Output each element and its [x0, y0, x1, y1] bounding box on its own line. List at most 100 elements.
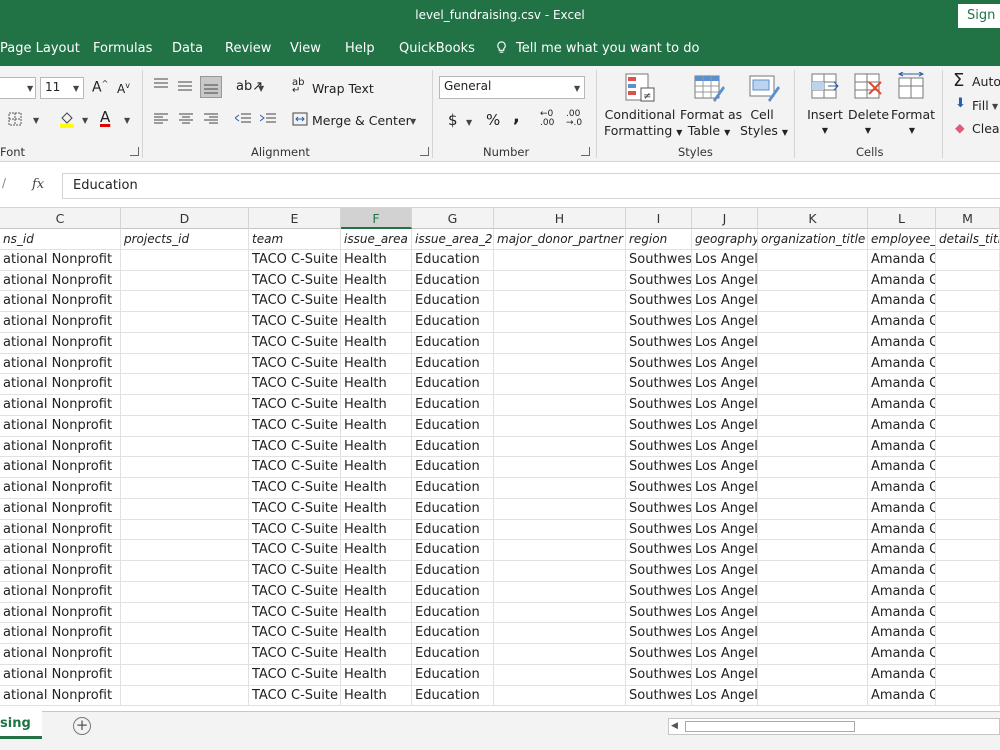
- column-header-m[interactable]: M: [936, 208, 1000, 229]
- cell-f[interactable]: Health: [341, 332, 412, 353]
- cell-k[interactable]: [758, 685, 868, 706]
- cell-e[interactable]: TACO C-Suite: [249, 644, 341, 664]
- cell-f[interactable]: Health: [341, 519, 412, 540]
- cell-i[interactable]: Southwes: [626, 561, 692, 581]
- cell-k[interactable]: [758, 478, 868, 498]
- cell-f[interactable]: Health: [341, 415, 412, 436]
- cell-k[interactable]: [758, 436, 868, 457]
- cell-l[interactable]: Amanda Grennan: [868, 415, 936, 436]
- cell-m[interactable]: [936, 395, 1000, 415]
- cell-h[interactable]: [494, 249, 626, 270]
- cell-g[interactable]: Education: [412, 685, 494, 706]
- tab-review[interactable]: Review: [225, 41, 271, 56]
- decrease-decimal-icon[interactable]: .00 →.0: [566, 110, 582, 128]
- align-right-icon[interactable]: [204, 113, 218, 125]
- decrease-font-icon[interactable]: Av: [117, 81, 130, 96]
- tab-formulas[interactable]: Formulas: [93, 41, 152, 56]
- cell-i[interactable]: Southwes: [626, 478, 692, 498]
- cell-m[interactable]: [936, 685, 1000, 706]
- cell-c[interactable]: ational Nonprofit: [0, 644, 121, 664]
- header-cell-g[interactable]: issue_area_2: [412, 229, 494, 249]
- cell-m[interactable]: [936, 602, 1000, 623]
- cell-l[interactable]: Amanda Grennan: [868, 332, 936, 353]
- cell-i[interactable]: Southwes: [626, 540, 692, 560]
- cell-g[interactable]: Education: [412, 291, 494, 311]
- cell-h[interactable]: [494, 540, 626, 560]
- cell-f[interactable]: Health: [341, 457, 412, 477]
- cell-e[interactable]: TACO C-Suite: [249, 436, 341, 457]
- alignment-dialog-launcher-icon[interactable]: [420, 147, 429, 156]
- cell-k[interactable]: [758, 519, 868, 540]
- cell-k[interactable]: [758, 270, 868, 291]
- horizontal-scrollbar[interactable]: ◀: [668, 718, 1000, 735]
- cell-e[interactable]: TACO C-Suite: [249, 270, 341, 291]
- cell-m[interactable]: [936, 312, 1000, 332]
- cell-i[interactable]: Southwes: [626, 581, 692, 602]
- cell-g[interactable]: Education: [412, 498, 494, 519]
- cell-g[interactable]: Education: [412, 395, 494, 415]
- cell-j[interactable]: Los Angeles, CA: [692, 498, 758, 519]
- column-header-e[interactable]: E: [249, 208, 341, 229]
- column-header-d[interactable]: D: [121, 208, 249, 229]
- cell-m[interactable]: [936, 623, 1000, 643]
- column-header-k[interactable]: K: [758, 208, 868, 229]
- cell-j[interactable]: Los Angeles, CA: [692, 540, 758, 560]
- column-header-j[interactable]: J: [692, 208, 758, 229]
- clear-button[interactable]: Clea: [972, 121, 1000, 136]
- cell-c[interactable]: ational Nonprofit: [0, 374, 121, 394]
- cell-e[interactable]: TACO C-Suite: [249, 332, 341, 353]
- cell-e[interactable]: TACO C-Suite: [249, 395, 341, 415]
- cell-d[interactable]: [121, 540, 249, 560]
- cell-e[interactable]: TACO C-Suite: [249, 623, 341, 643]
- cell-j[interactable]: Los Angeles, CA: [692, 644, 758, 664]
- cell-i[interactable]: Southwes: [626, 436, 692, 457]
- cell-i[interactable]: Southwes: [626, 498, 692, 519]
- cell-i[interactable]: Southwes: [626, 353, 692, 374]
- cell-d[interactable]: [121, 519, 249, 540]
- cell-c[interactable]: ational Nonprofit: [0, 519, 121, 540]
- cell-c[interactable]: ational Nonprofit: [0, 685, 121, 706]
- cell-k[interactable]: [758, 644, 868, 664]
- cell-f[interactable]: Health: [341, 353, 412, 374]
- cell-j[interactable]: Los Angeles, CA: [692, 353, 758, 374]
- cell-l[interactable]: Amanda Grennan: [868, 602, 936, 623]
- autosum-button[interactable]: Auto: [972, 74, 1000, 89]
- cell-g[interactable]: Education: [412, 457, 494, 477]
- cell-h[interactable]: [494, 395, 626, 415]
- cell-g[interactable]: Education: [412, 312, 494, 332]
- cell-j[interactable]: Los Angeles, CA: [692, 332, 758, 353]
- cell-h[interactable]: [494, 353, 626, 374]
- cell-h[interactable]: [494, 685, 626, 706]
- header-cell-f[interactable]: issue_area: [341, 229, 412, 249]
- cell-f[interactable]: Health: [341, 249, 412, 270]
- cell-i[interactable]: Southwes: [626, 623, 692, 643]
- cell-d[interactable]: [121, 457, 249, 477]
- tab-page-layout[interactable]: Page Layout: [0, 41, 80, 56]
- cell-d[interactable]: [121, 436, 249, 457]
- tab-view[interactable]: View: [290, 41, 321, 56]
- cell-c[interactable]: ational Nonprofit: [0, 436, 121, 457]
- cell-m[interactable]: [936, 664, 1000, 685]
- cell-g[interactable]: Education: [412, 581, 494, 602]
- cell-j[interactable]: Los Angeles, CA: [692, 664, 758, 685]
- align-center-icon[interactable]: [179, 113, 193, 125]
- cell-d[interactable]: [121, 353, 249, 374]
- cell-c[interactable]: ational Nonprofit: [0, 664, 121, 685]
- cell-d[interactable]: [121, 623, 249, 643]
- cell-k[interactable]: [758, 623, 868, 643]
- insert-function-icon[interactable]: fx: [32, 177, 44, 192]
- header-cell-c[interactable]: ns_id: [0, 229, 121, 249]
- merge-center-button[interactable]: Merge & Center: [312, 113, 411, 128]
- cell-f[interactable]: Health: [341, 623, 412, 643]
- cell-l[interactable]: Amanda Grennan: [868, 457, 936, 477]
- cell-h[interactable]: [494, 291, 626, 311]
- increase-indent-icon[interactable]: [260, 112, 276, 126]
- cell-d[interactable]: [121, 644, 249, 664]
- cell-k[interactable]: [758, 415, 868, 436]
- cell-f[interactable]: Health: [341, 561, 412, 581]
- cell-c[interactable]: ational Nonprofit: [0, 540, 121, 560]
- cell-g[interactable]: Education: [412, 664, 494, 685]
- cell-g[interactable]: Education: [412, 623, 494, 643]
- formula-input[interactable]: Education: [62, 173, 1000, 199]
- cell-l[interactable]: Amanda Grennan: [868, 312, 936, 332]
